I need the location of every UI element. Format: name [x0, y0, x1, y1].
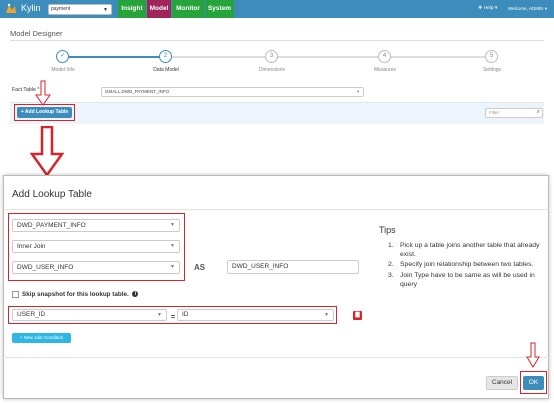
- as-label: AS: [194, 263, 206, 272]
- cancel-button[interactable]: Cancel: [486, 376, 518, 390]
- wizard-step-2[interactable]: 2: [159, 50, 172, 63]
- top-navbar: Kylin payment ▼ Insight Model Monitor Sy…: [0, 0, 554, 18]
- tips-list: 1. Pick up a table joins another table th…: [388, 241, 548, 290]
- join-right-column-select[interactable]: ID ▼: [177, 309, 334, 321]
- highlight-box: [14, 104, 75, 121]
- help-menu[interactable]: ❖ Help ▾: [478, 6, 497, 11]
- fact-table-value: GMALL.DWD_PAYMENT_INFO: [105, 89, 170, 94]
- wizard-step-3[interactable]: 3: [265, 50, 278, 63]
- wizard-remaining-line: [166, 56, 491, 58]
- left-table-select[interactable]: DWD_PAYMENT_INFO ▼: [12, 219, 180, 232]
- chevron-down-icon: ▼: [170, 264, 175, 270]
- tips-title: Tips: [379, 225, 396, 235]
- chevron-down-icon: ▼: [103, 7, 108, 13]
- join-type-value: Inner Join: [17, 243, 46, 250]
- new-join-condition-button[interactable]: + New Join Condition: [12, 333, 71, 343]
- delete-join-button[interactable]: ▇: [353, 311, 362, 320]
- list-item: 3. Join Type have to be same as will be u…: [388, 271, 535, 288]
- divider: [10, 40, 544, 41]
- skip-snapshot-label: Skip snapshot for this lookup table. i: [22, 291, 139, 298]
- join-left-column-value: USER_ID: [17, 311, 46, 318]
- project-select[interactable]: payment ▼: [48, 4, 112, 15]
- help-icon: ❖: [478, 6, 483, 11]
- skip-snapshot-checkbox[interactable]: [12, 291, 19, 298]
- chevron-down-icon: ▼: [157, 312, 162, 318]
- chevron-down-icon: ▼: [170, 222, 175, 228]
- chevron-down-icon: ▼: [356, 89, 360, 94]
- lookup-table-toolbar: [10, 102, 544, 124]
- alias-input[interactable]: DWD_USER_INFO: [227, 260, 359, 274]
- list-item: 1. Pick up a table joins another table th…: [388, 242, 540, 259]
- annotation-arrow-icon: [526, 342, 540, 368]
- brand-name[interactable]: Kylin: [21, 3, 41, 13]
- left-table-value: DWD_PAYMENT_INFO: [17, 222, 86, 229]
- step-label-data-model: Data Model: [153, 67, 179, 73]
- step-label-dimensions: Dimensions: [258, 67, 286, 73]
- filter-placeholder: Filter: [489, 110, 499, 115]
- alias-value: DWD_USER_INFO: [232, 263, 289, 270]
- join-type-select[interactable]: Inner Join ▼: [12, 240, 180, 253]
- check-icon: ✓: [59, 53, 66, 59]
- lookup-table-select[interactable]: DWD_USER_INFO ▼: [12, 261, 180, 274]
- trash-icon: ▇: [355, 312, 360, 318]
- divider: [4, 209, 550, 210]
- step-label-measures: Measures: [374, 67, 396, 73]
- annotation-arrow-icon: [30, 126, 64, 176]
- step-label-settings: Settings: [482, 67, 502, 73]
- chevron-down-icon: ▼: [170, 243, 175, 249]
- wizard-step-5[interactable]: 5: [485, 50, 498, 63]
- kylin-logo-icon: [6, 3, 16, 13]
- chevron-down-icon: ▼: [324, 312, 329, 318]
- chevron-down-icon: ▾: [494, 6, 498, 11]
- step-label-model-info: Model Info: [51, 67, 75, 73]
- help-label: Help: [483, 6, 494, 11]
- join-right-column-value: ID: [182, 311, 189, 318]
- info-icon: i: [132, 291, 139, 298]
- chevron-down-icon: ▾: [544, 6, 547, 11]
- fact-table-select[interactable]: GMALL.DWD_PAYMENT_INFO ▼: [101, 87, 364, 97]
- user-menu[interactable]: Welcome, ADMIN ▾: [508, 6, 547, 12]
- wizard-progress-line: [68, 56, 166, 58]
- wizard-step-1[interactable]: ✓: [56, 50, 69, 63]
- project-select-value: payment: [51, 6, 71, 12]
- tab-system[interactable]: System: [205, 0, 234, 18]
- search-icon: ⌕: [536, 109, 540, 115]
- annotation-arrow-icon: [35, 80, 51, 106]
- welcome-label: Welcome, ADMIN: [508, 6, 544, 11]
- modal-title: Add Lookup Table: [12, 189, 92, 200]
- lookup-table-value: DWD_USER_INFO: [17, 264, 74, 271]
- divider: [3, 357, 549, 358]
- wizard-step-4[interactable]: 4: [378, 50, 391, 63]
- list-item: 2. Specify join relationship between two …: [388, 261, 534, 269]
- join-left-column-select[interactable]: USER_ID ▼: [12, 309, 167, 321]
- equals-sign: =: [171, 314, 176, 321]
- page-title: Model Designer: [10, 29, 63, 38]
- ok-button[interactable]: OK: [523, 376, 544, 390]
- filter-input[interactable]: Filter ⌕: [485, 108, 543, 118]
- tab-insight[interactable]: Insight: [118, 0, 146, 18]
- tab-model[interactable]: Model: [147, 0, 171, 18]
- tab-monitor[interactable]: Monitor: [172, 0, 204, 18]
